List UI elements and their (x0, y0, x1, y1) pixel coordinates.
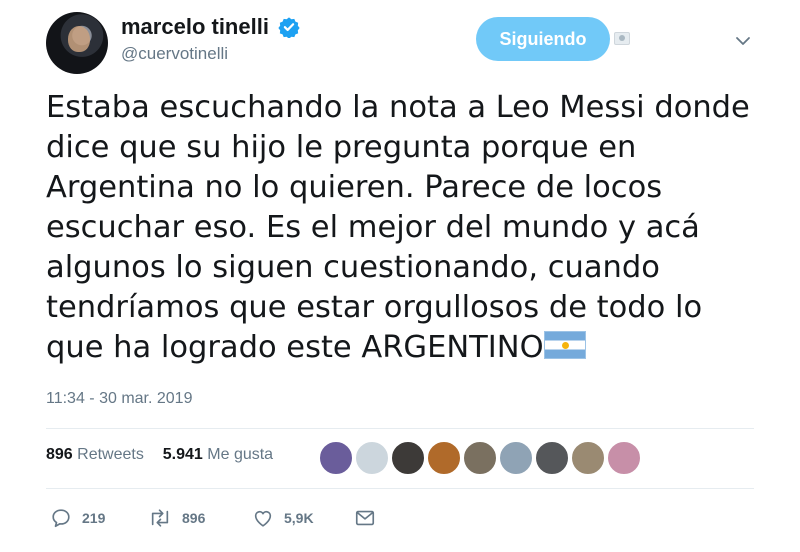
retweet-button[interactable]: 896 (148, 504, 205, 532)
retweet-icon (151, 509, 169, 527)
likes-count: 5.941 (162, 446, 203, 463)
following-button[interactable]: Siguiendo (476, 17, 610, 61)
tweet-timestamp[interactable]: 11:34 - 30 mar. 2019 (46, 390, 192, 408)
tweet-text-line: dice que su hijo le pregunta porque en (46, 130, 637, 165)
author-handle[interactable]: @cuervotinelli (121, 44, 228, 64)
tweet-text-line: Estaba escuchando la nota a Leo Messi do… (46, 90, 750, 125)
verified-badge-icon (278, 17, 300, 38)
like-button[interactable]: 5,9K (252, 504, 314, 532)
reply-button[interactable]: 219 (50, 504, 105, 532)
engagement-stats: 896 Retweets 5.941 Me gusta (46, 446, 273, 464)
liker-avatar[interactable] (426, 440, 462, 476)
like-count: 5,9K (284, 510, 314, 526)
liker-avatar[interactable] (354, 440, 390, 476)
tweet-text: Estaba escuchando la nota a Leo Messi do… (46, 88, 766, 368)
direct-message-button[interactable] (354, 504, 376, 532)
argentina-flag-icon (543, 331, 586, 359)
heart-icon (254, 510, 272, 527)
reply-count: 219 (82, 510, 106, 526)
follow-user-icon (614, 32, 630, 45)
tweet-card: marcelo tinelli @cuervotinelli Siguiendo… (0, 0, 800, 552)
likes-label: Me gusta (207, 446, 274, 463)
tweet-text-line: tendríamos que estar orgullosos de todo … (46, 290, 703, 325)
divider (46, 488, 754, 489)
liker-avatar[interactable] (534, 440, 570, 476)
author-display-name[interactable]: marcelo tinelli (121, 14, 269, 40)
liker-avatar[interactable] (462, 440, 498, 476)
envelope-icon (355, 510, 375, 526)
retweets-stat[interactable]: 896 Retweets (46, 446, 144, 463)
retweet-count: 896 (182, 510, 206, 526)
retweets-label: Retweets (77, 446, 144, 463)
retweets-count: 896 (46, 446, 73, 463)
liker-avatar[interactable] (390, 440, 426, 476)
author-avatar[interactable] (46, 12, 108, 74)
tweet-text-line: que ha logrado este ARGENTINO (46, 330, 544, 365)
tweet-text-line: escuchar eso. Es el mejor del mundo y ac… (46, 210, 700, 245)
liker-avatar[interactable] (498, 440, 534, 476)
reply-icon (52, 509, 70, 528)
tweet-text-line: algunos lo siguen cuestionando, cuando (46, 250, 660, 285)
divider (46, 428, 754, 429)
liker-avatar[interactable] (318, 440, 354, 476)
tweet-text-line: Argentina no lo quieren. Parece de locos (46, 170, 663, 205)
likes-stat[interactable]: 5.941 Me gusta (163, 446, 273, 463)
liker-avatar[interactable] (606, 440, 642, 476)
chevron-down-icon[interactable] (734, 32, 752, 50)
liker-avatar[interactable] (570, 440, 606, 476)
